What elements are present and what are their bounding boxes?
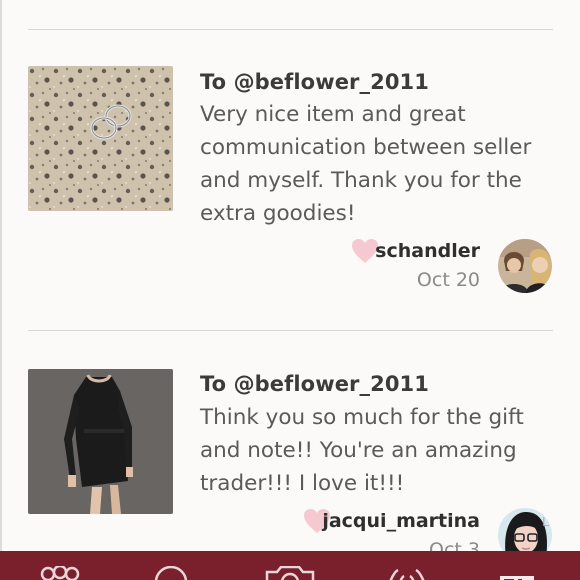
left-edge — [0, 0, 2, 580]
screen: To @beflower_2011 Very nice item and gre… — [0, 0, 580, 580]
listing-photo[interactable] — [28, 369, 173, 514]
listing-photo[interactable] — [28, 66, 173, 211]
review-text-line: Think you so much for the gift — [200, 405, 524, 430]
review-text-line: Very nice item and great — [200, 102, 466, 127]
review-date: Oct 20 — [416, 269, 480, 291]
review-recipient[interactable]: To @beflower_2011 — [200, 372, 429, 396]
svg-text:L: L — [542, 515, 549, 529]
divider — [28, 29, 553, 30]
review-text: Very nice item and great communication b… — [200, 98, 552, 230]
review-text: Think you so much for the gift and note!… — [200, 401, 552, 500]
review-recipient[interactable]: To @beflower_2011 — [200, 70, 429, 94]
review-text-line: trader!!! I love it!!! — [200, 471, 405, 496]
news-icon[interactable] — [382, 566, 432, 580]
camera-icon[interactable] — [265, 565, 315, 580]
reviewer-username[interactable]: schandler — [375, 240, 480, 262]
account-icon[interactable] — [500, 571, 534, 580]
bottom-tab-bar — [0, 551, 580, 580]
divider — [28, 330, 553, 331]
search-icon[interactable] — [153, 565, 189, 580]
rings-on-granite-photo — [28, 66, 173, 211]
black-dress-photo — [28, 369, 173, 514]
community-icon[interactable] — [38, 564, 82, 580]
reviewer-avatar[interactable] — [498, 239, 552, 293]
review-text-line: and myself. Thank you for the — [200, 168, 522, 193]
review-text-line: communication between seller — [200, 135, 532, 160]
schandler-avatar — [498, 239, 552, 293]
review-text-line: and note!! You're an amazing — [200, 438, 517, 463]
review-text-line: extra goodies! — [200, 201, 356, 226]
reviewer-username[interactable]: jacqui_martina — [322, 510, 480, 532]
